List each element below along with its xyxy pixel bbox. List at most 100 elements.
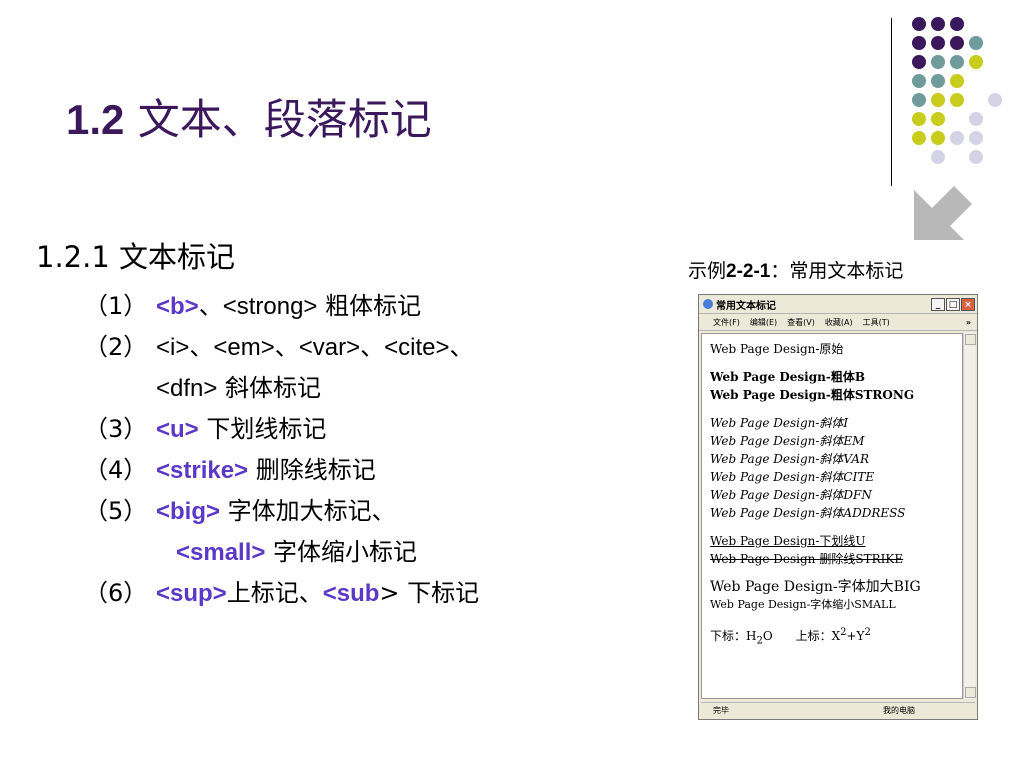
- line-small: Web Page Design-字体缩小SMALL: [710, 598, 896, 611]
- item-number: （6）: [84, 579, 148, 607]
- item-desc: 粗体标记: [317, 292, 422, 320]
- caption-prefix: 示例: [688, 260, 727, 282]
- arrow-down-left-icon: [914, 186, 972, 240]
- dot: [950, 17, 964, 31]
- line-original: Web Page Design-原始: [710, 342, 844, 356]
- line-big: Web Page Design-字体加大BIG: [710, 579, 921, 595]
- item-desc: 斜体标记: [217, 374, 322, 402]
- minimize-icon[interactable]: _: [931, 297, 945, 311]
- line-bold-b: Web Page Design-粗体B: [710, 370, 865, 384]
- dot: [969, 150, 983, 164]
- menu-file[interactable]: 文件(F): [713, 317, 740, 328]
- scroll-up-icon[interactable]: [965, 334, 976, 345]
- list-item-1: （1） <b>、<strong> 粗体标记: [84, 286, 421, 321]
- window-title: 常用文本标记: [716, 300, 776, 312]
- dot: [950, 93, 964, 107]
- dot: [969, 36, 983, 50]
- list-item-4: （4） <strike> 删除线标记: [84, 450, 376, 485]
- dot: [912, 74, 926, 88]
- zone-text: 我的电脑: [883, 705, 915, 715]
- item-desc: > 下标记: [379, 579, 480, 607]
- menu-view[interactable]: 查看(V): [787, 317, 815, 328]
- tag-b: <b>: [156, 293, 199, 320]
- sub-label: 下标：H: [710, 629, 757, 643]
- caption-suffix: ：常用文本标记: [770, 260, 904, 282]
- dot: [912, 112, 926, 126]
- line-italic-var: Web Page Design-斜体VAR: [710, 452, 869, 466]
- section-subtitle: 1.2.1 文本标记: [36, 240, 236, 274]
- item-desc: 上标记、: [226, 579, 323, 607]
- item-desc: 删除线标记: [248, 456, 376, 484]
- item-number: （5）: [84, 497, 148, 525]
- line-sub-sup: 下标：H2O 上标：X2+Y2: [710, 624, 958, 650]
- line-italic-em: Web Page Design-斜体EM: [710, 434, 865, 448]
- dot: [969, 55, 983, 69]
- sub-o: O: [762, 629, 773, 643]
- dot: [950, 36, 964, 50]
- dot: [950, 131, 964, 145]
- tag-sub: <sub: [322, 580, 380, 607]
- dot: [969, 131, 983, 145]
- dot: [912, 36, 926, 50]
- page-content: Web Page Design-原始 Web Page Design-粗体B W…: [701, 333, 963, 699]
- dot: [931, 93, 945, 107]
- sup-plus: +Y: [846, 629, 865, 643]
- menu-edit[interactable]: 编辑(E): [750, 317, 777, 328]
- menu-favorites[interactable]: 收藏(A): [825, 317, 853, 328]
- item-desc: 字体加大标记、: [220, 497, 396, 525]
- dot: [931, 131, 945, 145]
- item-number: （4）: [84, 456, 148, 484]
- dot: [912, 131, 926, 145]
- browser-window: 常用文本标记 _ □ × 文件(F) 编辑(E) 查看(V) 收藏(A) 工具(…: [698, 294, 978, 720]
- window-titlebar: 常用文本标记 _ □ ×: [699, 295, 977, 314]
- sup-label: 上标：X: [795, 629, 841, 643]
- sup-digit: 2: [864, 627, 871, 638]
- dot: [912, 17, 926, 31]
- list-item-2-cont: <dfn> 斜体标记: [156, 368, 321, 403]
- list-item-5-cont: <small> 字体缩小标记: [176, 532, 417, 567]
- item-desc: 下划线标记: [198, 415, 327, 443]
- list-item-2: （2） <i>、<em>、<var>、<cite>、: [84, 327, 473, 362]
- tag-strong: <strong>: [222, 293, 318, 320]
- line-strike: Web Page Design-删除线STRIKE: [710, 552, 904, 566]
- dot: [931, 55, 945, 69]
- maximize-icon[interactable]: □: [946, 297, 960, 311]
- list-item-5: （5） <big> 字体加大标记、: [84, 491, 396, 526]
- divider-line: [891, 18, 892, 186]
- dot: [931, 112, 945, 126]
- title-number: 1.2: [66, 96, 125, 143]
- dot: [931, 36, 945, 50]
- dot: [950, 55, 964, 69]
- status-bar: 完毕 我的电脑: [701, 702, 975, 717]
- item-number: （3）: [84, 415, 148, 443]
- vertical-scrollbar[interactable]: [963, 333, 976, 699]
- scroll-down-icon[interactable]: [965, 687, 976, 698]
- item-number: （1）: [84, 292, 148, 320]
- dot: [931, 74, 945, 88]
- list-item-6: （6） <sup>上标记、<sub> 下标记: [84, 573, 479, 608]
- close-icon[interactable]: ×: [961, 297, 975, 311]
- line-italic-dfn: Web Page Design-斜体DFN: [710, 488, 872, 502]
- tag-small: <small>: [176, 539, 266, 566]
- tag-strike: <strike>: [156, 457, 249, 484]
- title-text: 文本、段落标记: [137, 95, 432, 144]
- tag-sup: <sup>: [156, 580, 227, 607]
- more-menu-icon[interactable]: »: [966, 318, 971, 327]
- line-bold-strong: Web Page Design-粗体STRONG: [710, 388, 915, 402]
- status-text: 完毕: [713, 705, 729, 715]
- tag-dfn: <dfn>: [156, 375, 218, 402]
- ie-icon: [703, 299, 713, 309]
- tag-big: <big>: [156, 498, 221, 525]
- dot: [950, 74, 964, 88]
- page-title: 1.2 文本、段落标记: [66, 86, 432, 147]
- dot: [969, 112, 983, 126]
- line-underline: Web Page Design-下划线U: [710, 534, 866, 548]
- example-caption: 示例2-2-1：常用文本标记: [688, 256, 903, 283]
- dot: [912, 55, 926, 69]
- line-italic-address: Web Page Design-斜体ADDRESS: [710, 506, 906, 520]
- menu-bar: 文件(F) 编辑(E) 查看(V) 收藏(A) 工具(T) »: [699, 314, 977, 331]
- item-number: （2）: [84, 333, 148, 361]
- menu-tools[interactable]: 工具(T): [863, 317, 890, 328]
- dot: [912, 93, 926, 107]
- tag-u: <u>: [156, 416, 199, 443]
